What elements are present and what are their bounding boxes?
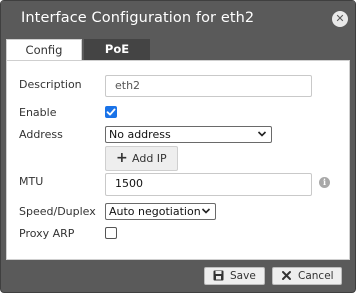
description-field[interactable]: eth2 <box>105 75 312 97</box>
info-icon[interactable]: i <box>319 177 330 188</box>
interface-config-dialog: Interface Configuration for eth2 ✕ Confi… <box>0 0 356 293</box>
address-select[interactable]: No address <box>105 126 272 143</box>
plus-icon: + <box>116 150 128 166</box>
close-icon: ✕ <box>335 12 345 25</box>
save-label: Save <box>230 270 256 282</box>
address-select-value: No address <box>109 128 171 141</box>
chevron-down-icon <box>257 131 267 137</box>
cancel-icon <box>282 271 291 280</box>
tab-config[interactable]: Config <box>6 39 82 61</box>
chevron-down-icon <box>201 208 211 214</box>
cancel-button[interactable]: Cancel <box>272 267 342 285</box>
mtu-field[interactable]: 1500 <box>105 173 312 196</box>
save-button[interactable]: Save <box>204 267 265 285</box>
proxy-arp-checkbox[interactable] <box>105 227 117 239</box>
speed-duplex-select-value: Auto negotiation <box>109 205 201 218</box>
tab-poe[interactable]: PoE <box>84 39 150 60</box>
close-button[interactable]: ✕ <box>332 11 348 27</box>
add-ip-label: Add IP <box>132 152 167 165</box>
speed-duplex-select[interactable]: Auto negotiation <box>105 203 216 220</box>
speed-duplex-label: Speed/Duplex <box>19 205 96 218</box>
mtu-label: MTU <box>19 175 44 188</box>
proxy-arp-label: Proxy ARP <box>19 227 75 240</box>
config-panel: Description eth2 Enable Address No addre… <box>6 60 350 260</box>
checkmark-icon <box>106 108 116 116</box>
save-icon <box>213 270 224 281</box>
address-label: Address <box>19 128 63 141</box>
dialog-titlebar: Interface Configuration for eth2 ✕ <box>1 1 355 38</box>
enable-checkbox[interactable] <box>105 106 117 118</box>
dialog-title: Interface Configuration for eth2 <box>21 10 255 26</box>
cancel-label: Cancel <box>298 270 334 282</box>
add-ip-button[interactable]: + Add IP <box>105 146 178 171</box>
description-label: Description <box>19 78 82 91</box>
enable-label: Enable <box>19 106 57 119</box>
